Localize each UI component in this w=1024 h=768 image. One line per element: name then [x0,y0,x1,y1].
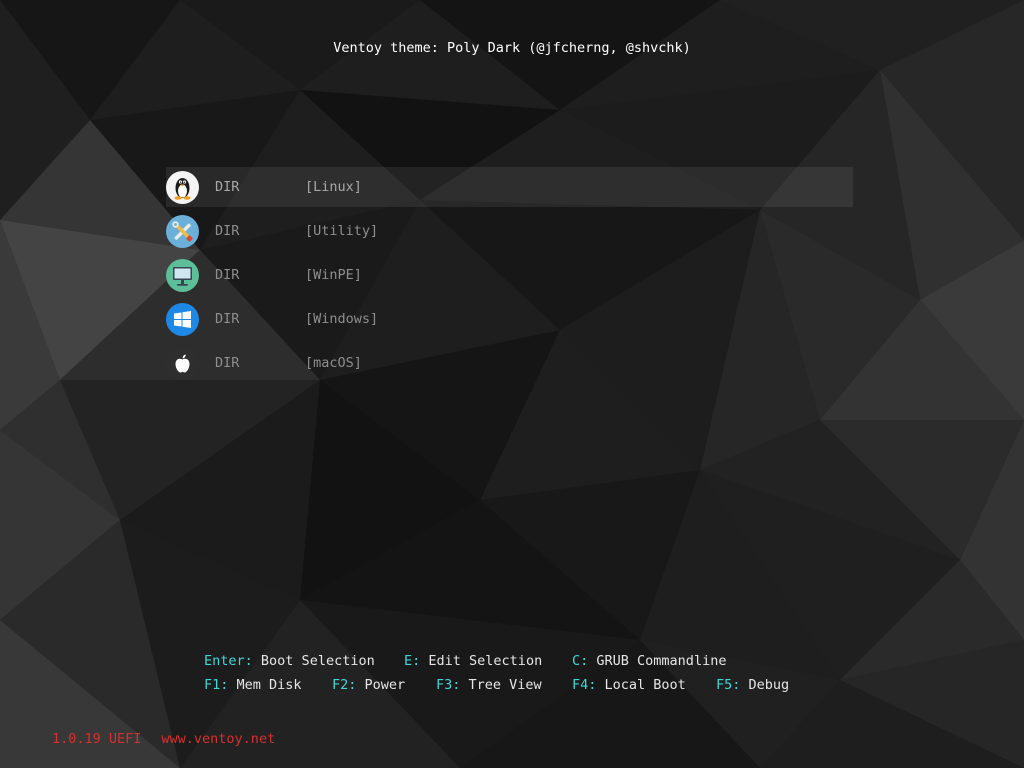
hotkey-key: Enter: [204,653,253,669]
hotkey-label: Tree View [468,677,542,693]
version-label: 1.0.19 UEFI [52,731,142,747]
menu-item-type: DIR [215,355,240,371]
menu-item-utility[interactable]: DIR [Utility] [166,211,853,251]
boot-menu: DIR [Linux] DIR [Utility] DIR [WinPE] DI… [166,167,853,387]
hotkey-key: F4: [572,677,597,693]
hotkey-key: F2: [332,677,357,693]
menu-item-type: DIR [215,179,240,195]
hotkey-f1[interactable]: F1: Mem Disk [204,677,302,693]
windows-logo-icon [166,303,199,336]
boot-screen: Ventoy theme: Poly Dark (@jfcherng, @shv… [0,0,1024,768]
hotkey-enter[interactable]: Enter: Boot Selection [204,653,375,669]
theme-title: Ventoy theme: Poly Dark (@jfcherng, @shv… [333,40,691,56]
tools-icon [166,215,199,248]
hotkey-label: Debug [748,677,790,693]
menu-item-type: DIR [215,267,240,283]
hotkey-f5[interactable]: F5: Debug [716,677,789,693]
menu-item-name: [Linux] [305,179,362,195]
hotkey-f4[interactable]: F4: Local Boot [572,677,686,693]
monitor-icon [166,259,199,292]
menu-item-macos[interactable]: DIR [macOS] [166,343,853,383]
hotkey-label: Mem Disk [236,677,302,693]
footer: 1.0.19 UEFI www.ventoy.net [52,731,295,747]
hotkey-f2[interactable]: F2: Power [332,677,405,693]
menu-item-name: [Windows] [305,311,379,327]
hotkey-label: Local Boot [604,677,686,693]
menu-item-winpe[interactable]: DIR [WinPE] [166,255,853,295]
hotkey-label: Boot Selection [260,653,375,669]
hotkey-label: Edit Selection [428,653,543,669]
menu-item-type: DIR [215,223,240,239]
menu-item-linux[interactable]: DIR [Linux] [166,167,853,207]
menu-item-name: [WinPE] [305,267,362,283]
apple-logo-icon [166,347,199,380]
hotkey-label: GRUB Commandline [596,653,727,669]
menu-item-type: DIR [215,311,240,327]
hotkey-label: Power [364,677,406,693]
website-link: www.ventoy.net [161,731,276,747]
hotkey-e[interactable]: E: Edit Selection [404,653,542,669]
hotkey-key: E: [404,653,421,669]
hotkey-c[interactable]: C: GRUB Commandline [572,653,726,669]
menu-item-windows[interactable]: DIR [Windows] [166,299,853,339]
hotkey-key: F3: [436,677,461,693]
menu-item-name: [macOS] [305,355,362,371]
hotkey-key: F1: [204,677,229,693]
menu-item-name: [Utility] [305,223,379,239]
hotkey-key: C: [572,653,589,669]
hotkey-f3[interactable]: F3: Tree View [436,677,542,693]
linux-tux-icon [166,171,199,204]
hotkey-key: F5: [716,677,741,693]
